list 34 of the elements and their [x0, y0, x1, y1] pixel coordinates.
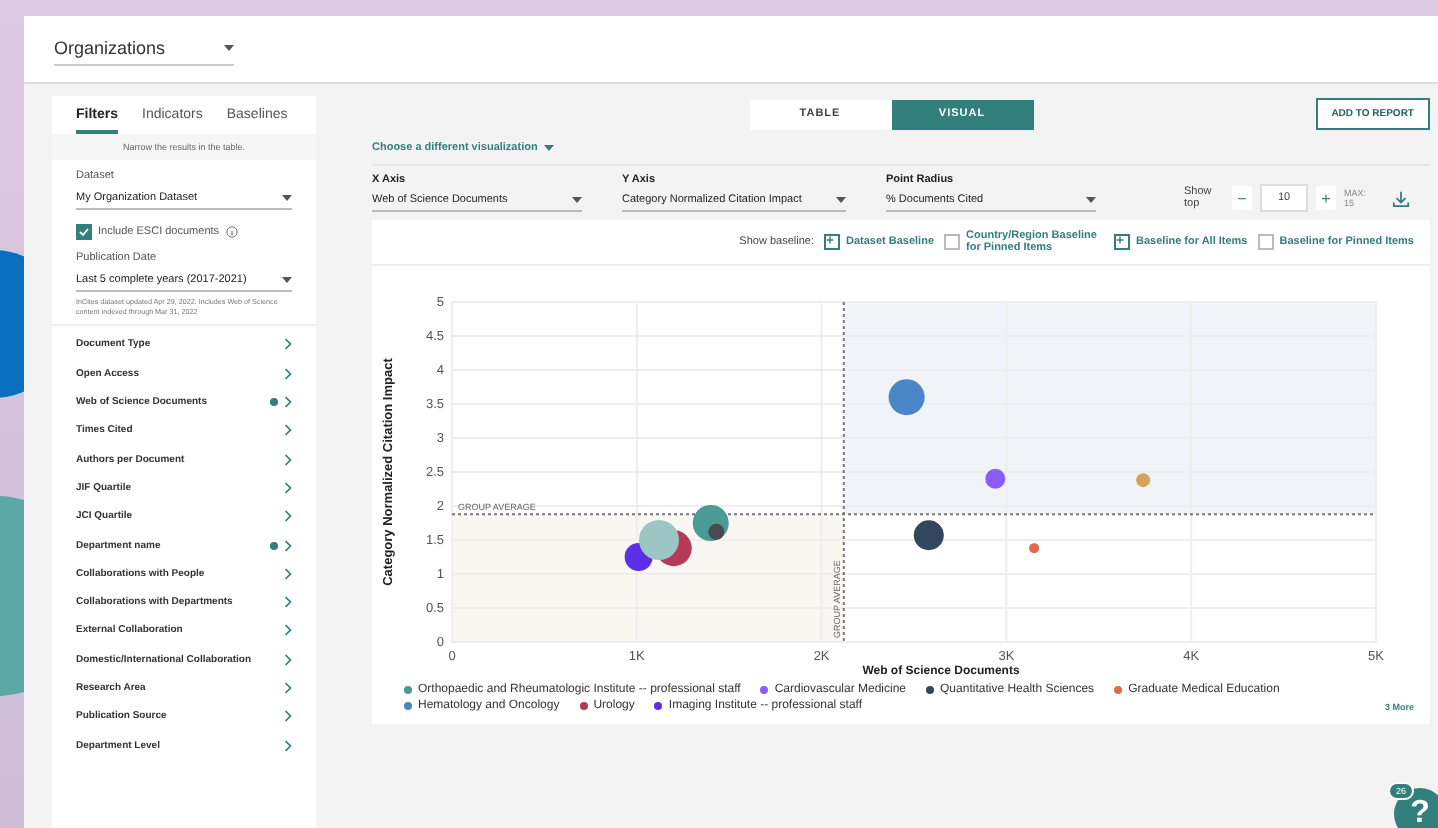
- increment-button[interactable]: +: [1316, 186, 1336, 210]
- chevron-icon: [284, 739, 292, 752]
- decrement-button[interactable]: −: [1232, 186, 1252, 210]
- baseline-checkbox[interactable]: [1114, 234, 1131, 250]
- caret-icon: [282, 276, 292, 284]
- baseline-checkbox[interactable]: [823, 234, 840, 250]
- chevron-icon: [284, 596, 292, 609]
- caret-icon: [282, 194, 292, 202]
- chevron-icon: [284, 653, 292, 666]
- caret-icon: [572, 196, 582, 204]
- chevron-icon: [284, 424, 292, 437]
- info-icon: [225, 226, 238, 238]
- chevron-icon: [284, 567, 292, 580]
- data-bubble[interactable]: [913, 520, 944, 551]
- caret-icon: [836, 196, 846, 204]
- chevron-icon: [284, 510, 292, 523]
- scope-dropdown[interactable]: Organizations: [54, 32, 234, 66]
- download-icon[interactable]: [1392, 189, 1410, 207]
- chevron-icon: [284, 396, 292, 409]
- chevron-icon: [284, 338, 292, 351]
- chevron-icon: [284, 624, 292, 637]
- baseline-checkbox[interactable]: [1257, 234, 1274, 250]
- data-bubble[interactable]: [708, 523, 725, 540]
- chevron-icon: [284, 682, 292, 695]
- caret-icon: [543, 144, 554, 152]
- chevron-icon: [284, 453, 292, 466]
- chevron-icon: [284, 367, 292, 380]
- caret-icon: [1086, 196, 1096, 204]
- chevron-icon: [284, 539, 292, 552]
- chevron-icon: [284, 481, 292, 494]
- caret-icon: [224, 44, 234, 52]
- esci-checkbox[interactable]: [76, 224, 92, 240]
- baseline-checkbox[interactable]: [944, 234, 961, 250]
- chevron-icon: [284, 710, 292, 723]
